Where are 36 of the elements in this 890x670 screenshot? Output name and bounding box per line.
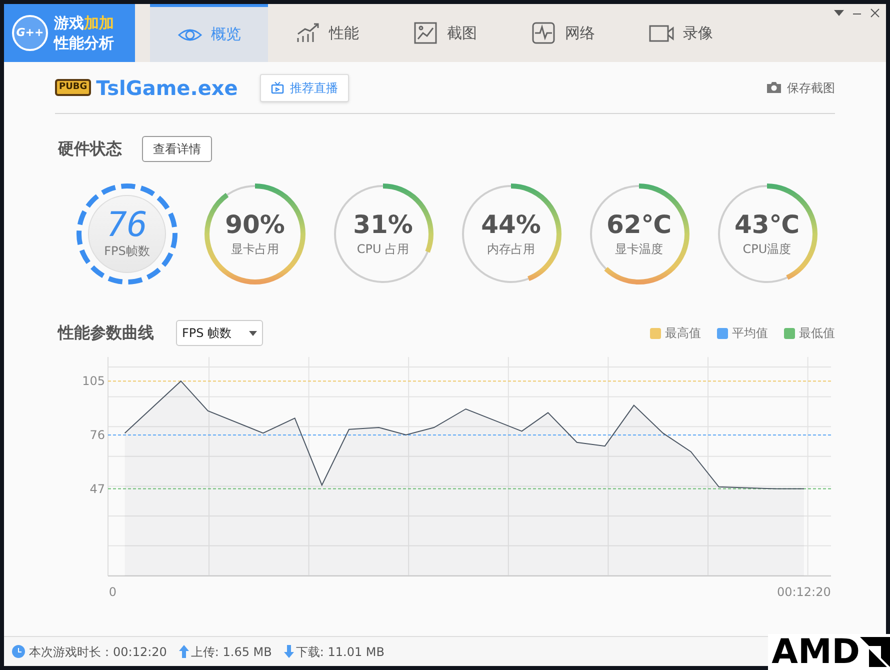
nav-tab[interactable]: 性能 [268, 4, 386, 62]
details-button[interactable]: 查看详情 [142, 136, 212, 162]
game-badge: PUBG [55, 78, 92, 96]
section-title: 性能参数曲线 [58, 322, 154, 344]
nav-tab[interactable]: 截图 [386, 4, 504, 62]
upload-size: 上传: 1.65 MB [190, 644, 272, 660]
game-name: TslGame.exe [96, 74, 238, 102]
play-duration: 本次游戏时长：00:12:20 [29, 644, 167, 660]
recommend-live-button[interactable]: 推荐直播 [260, 74, 349, 102]
logo-subtitle: 性能分析 [54, 33, 114, 53]
logo-title: 游戏 [54, 14, 84, 32]
gauge-value: 44% [481, 210, 541, 240]
download-size: 下载: 11.01 MB [296, 644, 385, 660]
x-tick-label: 0 [108, 585, 116, 599]
gauge-value: 31% [353, 210, 413, 240]
section-title: 硬件状态 [58, 138, 122, 160]
overlay-logo: AMD [772, 634, 860, 670]
save-screenshot-button[interactable]: 保存截图 [766, 78, 835, 96]
y-tick-label: 47 [90, 482, 105, 496]
gauge-label: FPS帧数 [104, 243, 150, 260]
y-tick-label: 105 [82, 374, 105, 388]
legend-label: 最低值 [799, 325, 835, 342]
gauge-value: 43℃ [734, 210, 800, 240]
logo-highlight: 加加 [84, 14, 114, 32]
gauge-label: CPU温度 [742, 241, 792, 258]
fps-value: 76 [106, 208, 148, 242]
nav-tab[interactable]: 录像 [622, 4, 740, 62]
legend-label: 最高值 [665, 325, 701, 342]
x-tick-label: 00:12:20 [776, 585, 831, 599]
y-tick-label: 76 [90, 428, 105, 442]
gauge-label: CPU 占用 [356, 241, 410, 258]
metric-select[interactable]: FPS 帧数 [176, 320, 263, 346]
gauge-label: 内存占用 [487, 241, 535, 258]
nav-tab[interactable]: 网络 [504, 4, 622, 62]
legend-label: 平均值 [732, 325, 768, 342]
logo-badge: G++ [12, 15, 48, 51]
